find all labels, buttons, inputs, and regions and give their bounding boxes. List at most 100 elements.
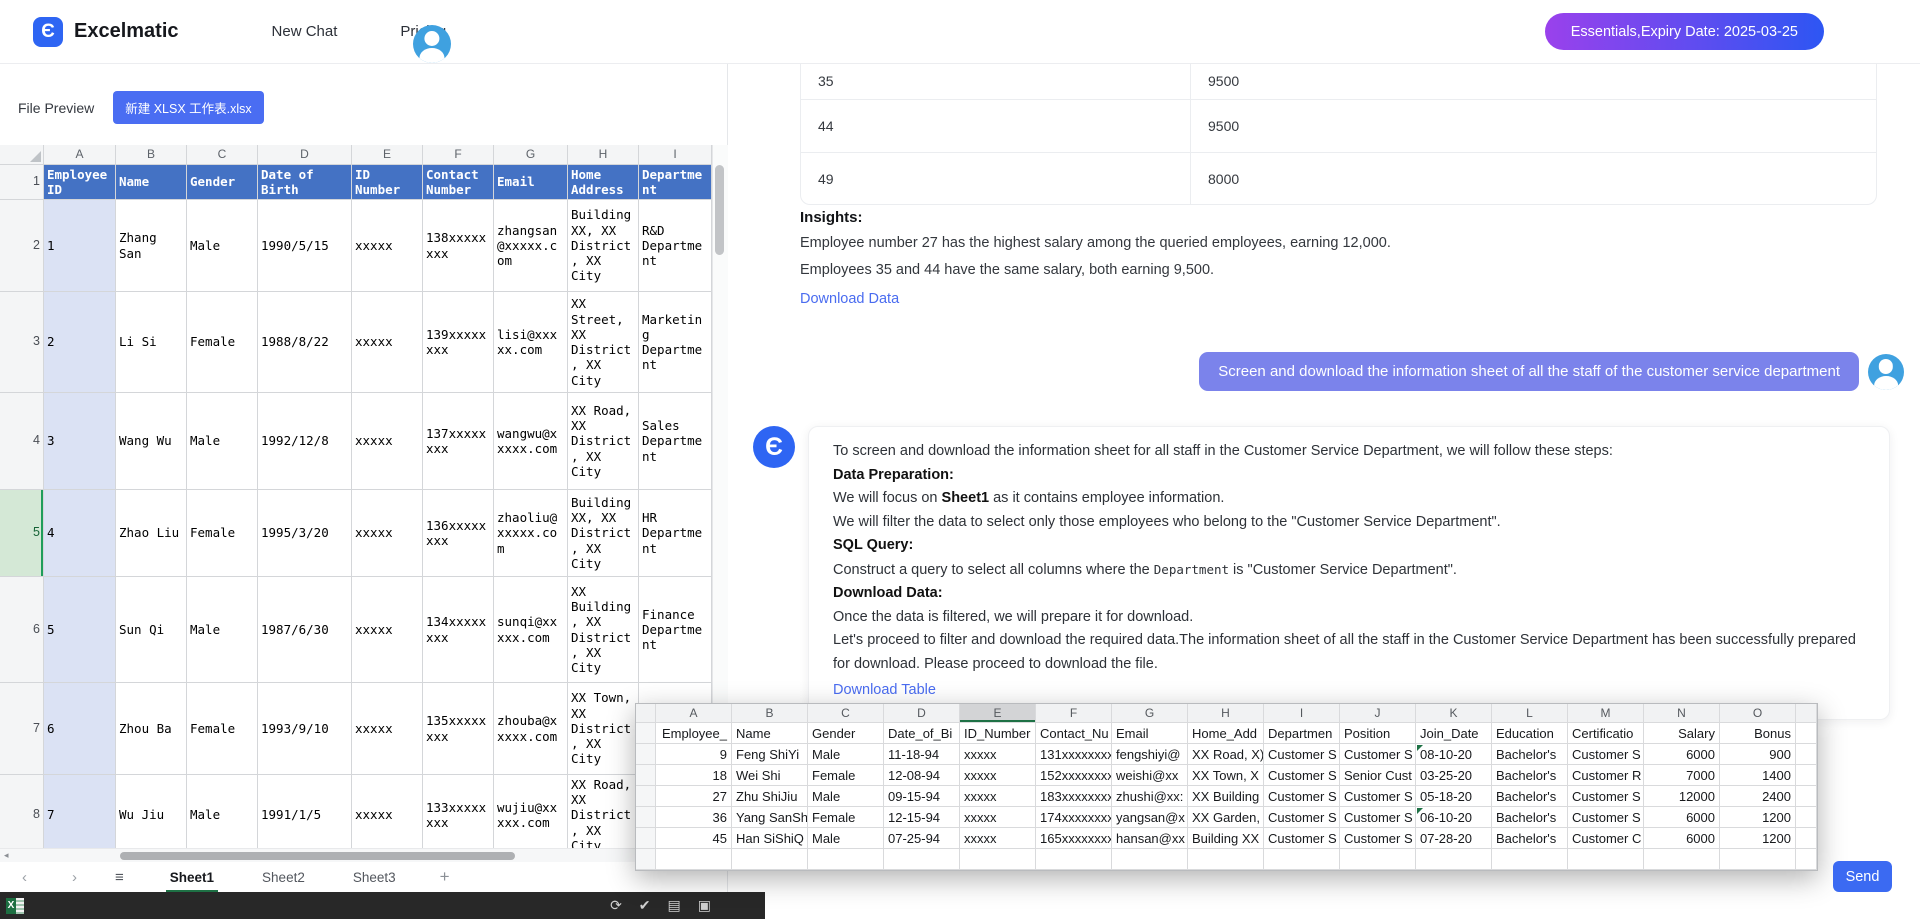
sheet-menu-icon[interactable]: ≡ — [115, 869, 124, 886]
brand-home-link[interactable]: Є Excelmatic — [33, 17, 179, 47]
sheet-cell[interactable]: Male — [187, 775, 258, 848]
row-number[interactable]: 5 — [0, 490, 44, 577]
sheet-header-cell[interactable]: Contact Number — [423, 165, 494, 200]
sheet-cell[interactable]: 139xxxxxxxx — [423, 292, 494, 393]
sheet-cell[interactable]: 1 — [44, 200, 116, 292]
column-letter[interactable]: B — [116, 145, 187, 165]
column-letter[interactable]: G — [494, 145, 568, 165]
sheet-header-cell[interactable]: ID Number — [352, 165, 423, 200]
sheet-cell[interactable]: XX Street, XX District, XX City — [568, 292, 639, 393]
sheet-cell[interactable]: 2 — [44, 292, 116, 393]
sheet-cell[interactable]: XX Building, XX District, XX City — [568, 577, 639, 683]
sheet-cell[interactable]: Sun Qi — [116, 577, 187, 683]
sheet-cell[interactable]: 1990/5/15 — [258, 200, 352, 292]
download-table-link[interactable]: Download Table — [833, 679, 936, 703]
user-avatar[interactable] — [413, 25, 451, 63]
sheet-cell[interactable]: Marketing Department — [639, 292, 712, 393]
sheet-cell[interactable]: R&D Department — [639, 200, 712, 292]
sheet-cell[interactable]: 136xxxxxxxx — [423, 490, 494, 577]
nav-link-new-chat[interactable]: New Chat — [272, 23, 338, 40]
sheet-cell[interactable]: 1991/1/5 — [258, 775, 352, 848]
download-data-link[interactable]: Download Data — [800, 291, 899, 307]
sheet-cell[interactable]: Sales Department — [639, 393, 712, 490]
sheet-cell[interactable]: 1995/3/20 — [258, 490, 352, 577]
row-number[interactable]: 7 — [0, 683, 44, 775]
sheet-cell[interactable]: 1988/8/22 — [258, 292, 352, 393]
sheet-header-cell[interactable]: Home Address — [568, 165, 639, 200]
sheet-cell[interactable]: zhangsan@xxxxx.com — [494, 200, 568, 292]
scroll-left-icon[interactable]: ◂ — [4, 850, 9, 861]
sheet-cell[interactable]: Female — [187, 292, 258, 393]
sheet-header-cell[interactable]: Name — [116, 165, 187, 200]
sheet-cell[interactable]: Wu Jiu — [116, 775, 187, 848]
sheet-cell[interactable]: Female — [187, 683, 258, 775]
sheet-cell[interactable]: 7 — [44, 775, 116, 848]
sheet-header-cell[interactable]: Email — [494, 165, 568, 200]
sheet-cell[interactable]: wujiu@xxxxx.com — [494, 775, 568, 848]
column-letter[interactable]: A — [44, 145, 116, 165]
sheet-cell[interactable]: Building XX, XX District, XX City — [568, 490, 639, 577]
sheet-cell[interactable]: XX Town, XX District, XX City — [568, 683, 639, 775]
sheet-cell[interactable]: xxxxx — [352, 393, 423, 490]
sheet-cell[interactable]: xxxxx — [352, 490, 423, 577]
sheet-cell[interactable]: Zhao Liu — [116, 490, 187, 577]
sheet-cell[interactable]: lisi@xxxxx.com — [494, 292, 568, 393]
horizontal-scroll-thumb[interactable] — [120, 852, 515, 860]
sheet-cell[interactable]: 135xxxxxxxx — [423, 683, 494, 775]
excel-file-icon[interactable]: X — [6, 898, 24, 914]
sheet-cell[interactable]: Male — [187, 393, 258, 490]
sheet-cell[interactable]: zhaoliu@xxxxx.com — [494, 490, 568, 577]
sheet-cell[interactable]: Zhang San — [116, 200, 187, 292]
sheet-prev-icon[interactable]: ‹ — [22, 869, 27, 886]
row-number[interactable]: 4 — [0, 393, 44, 490]
sheet-cell[interactable]: Zhou Ba — [116, 683, 187, 775]
sheet-cell[interactable]: 1992/12/8 — [258, 393, 352, 490]
sheet-horizontal-scrollbar[interactable]: ◂ ▸ — [0, 848, 712, 862]
sheet-tab-sheet2[interactable]: Sheet2 — [260, 864, 307, 891]
sheet-cell[interactable]: 137xxxxxxxx — [423, 393, 494, 490]
column-letter[interactable]: C — [187, 145, 258, 165]
sheet-cell[interactable]: 5 — [44, 577, 116, 683]
sheet-cell[interactable]: 1993/9/10 — [258, 683, 352, 775]
file-tab[interactable]: 新建 XLSX 工作表.xlsx — [113, 91, 263, 124]
sheet-cell[interactable]: XX Road, XX District, XX City — [568, 775, 639, 848]
column-letter[interactable]: E — [352, 145, 423, 165]
sheet-cell[interactable]: 4 — [44, 490, 116, 577]
add-sheet-button[interactable]: + — [440, 867, 450, 887]
sheet-header-cell[interactable]: Employee ID — [44, 165, 116, 200]
sheet-cell[interactable]: xxxxx — [352, 292, 423, 393]
sheet-header-cell[interactable]: Gender — [187, 165, 258, 200]
sheet-tab-sheet3[interactable]: Sheet3 — [351, 864, 398, 891]
sheet-cell[interactable]: xxxxx — [352, 577, 423, 683]
sheet-cell[interactable]: wangwu@xxxxx.com — [494, 393, 568, 490]
sheet-cell[interactable]: Male — [187, 577, 258, 683]
column-letter[interactable]: F — [423, 145, 494, 165]
sheet-cell[interactable]: Li Si — [116, 292, 187, 393]
sheet-cell[interactable]: 133xxxxxxxx — [423, 775, 494, 848]
refresh-icon[interactable]: ⟳ — [610, 897, 622, 914]
sheet-cell[interactable]: Building XX, XX District, XX City — [568, 200, 639, 292]
sheet-cell[interactable]: 6 — [44, 683, 116, 775]
sheet-cell[interactable]: Female — [187, 490, 258, 577]
sheet-cell[interactable]: 3 — [44, 393, 116, 490]
sheet-next-icon[interactable]: › — [72, 869, 77, 886]
column-letter[interactable]: H — [568, 145, 639, 165]
sheet-header-cell[interactable]: Department — [639, 165, 712, 200]
sheet-tab-sheet1[interactable]: Sheet1 — [168, 864, 216, 891]
row-number[interactable]: 1 — [0, 165, 44, 200]
sheet-cell[interactable]: zhouba@xxxxx.com — [494, 683, 568, 775]
row-number[interactable]: 2 — [0, 200, 44, 292]
verify-check-icon[interactable]: ✔ — [639, 897, 651, 914]
send-button[interactable]: Send — [1833, 861, 1892, 892]
plan-expiry-badge[interactable]: Essentials,Expiry Date: 2025-03-25 — [1545, 13, 1824, 50]
row-number[interactable]: 3 — [0, 292, 44, 393]
sheet-cell[interactable]: XX Road, XX District, XX City — [568, 393, 639, 490]
sheet-cell[interactable]: xxxxx — [352, 200, 423, 292]
sheet-cell[interactable]: 1987/6/30 — [258, 577, 352, 683]
sheet-cell[interactable]: sunqi@xxxxx.com — [494, 577, 568, 683]
row-number[interactable]: 6 — [0, 577, 44, 683]
sheet-cell[interactable]: xxxxx — [352, 775, 423, 848]
column-letter[interactable]: D — [258, 145, 352, 165]
sheet-cell[interactable]: xxxxx — [352, 683, 423, 775]
sheet-cell[interactable]: Wang Wu — [116, 393, 187, 490]
